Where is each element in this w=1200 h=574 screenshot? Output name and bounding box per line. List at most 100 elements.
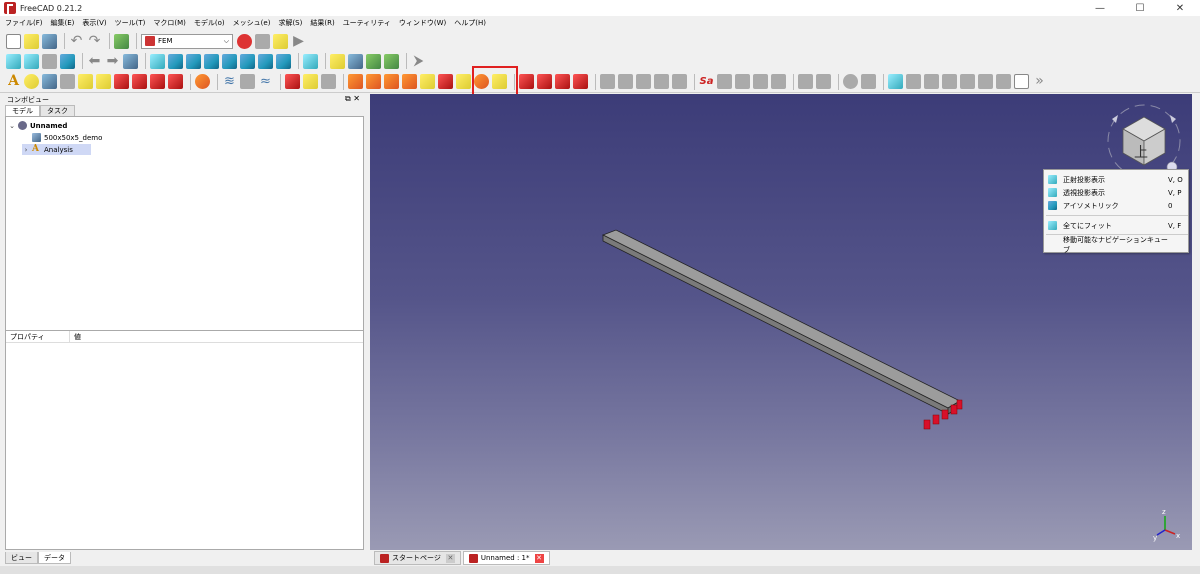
menu-edit[interactable]: 編集(E)	[51, 18, 75, 28]
mesh-group-icon[interactable]	[672, 74, 687, 89]
fit-selection-icon[interactable]	[24, 53, 39, 69]
chevron-right-icon[interactable]: ›	[22, 146, 30, 154]
stop-macro-icon[interactable]	[255, 33, 270, 49]
menu-tools[interactable]: ツール(T)	[115, 18, 146, 28]
material-reinforced-icon[interactable]	[78, 74, 93, 89]
section-print-icon[interactable]	[195, 74, 210, 89]
menu-item-isometric[interactable]: アイソメトリック 0	[1044, 199, 1190, 212]
3d-viewport[interactable]: 上 z x y	[370, 94, 1192, 550]
result-show-icon[interactable]	[861, 74, 876, 89]
top-view-icon[interactable]	[204, 53, 219, 69]
close-icon[interactable]: ✕	[445, 553, 455, 563]
menu-results[interactable]: 結果(R)	[310, 18, 334, 28]
post-data-along-line-icon[interactable]	[1014, 74, 1029, 89]
element-fluid-icon[interactable]	[168, 74, 183, 89]
bottom-view-icon[interactable]	[258, 53, 273, 69]
fit-all-icon[interactable]	[6, 53, 21, 69]
solver-control-icon[interactable]	[798, 74, 813, 89]
left-view-icon[interactable]	[276, 53, 291, 69]
constraint-bearing-icon[interactable]	[348, 74, 363, 89]
chevron-down-icon[interactable]: ⌄	[8, 122, 16, 130]
constraint-transform-icon[interactable]	[573, 74, 588, 89]
solver-ccx-icon[interactable]	[717, 74, 732, 89]
constraint-displacement-icon[interactable]	[438, 74, 453, 89]
mesh-gmsh-icon[interactable]	[600, 74, 615, 89]
zoom-icon[interactable]	[150, 53, 165, 69]
material-solid-icon[interactable]	[24, 74, 39, 89]
analysis-container-icon[interactable]: A	[6, 74, 21, 89]
solver-run-icon[interactable]	[816, 74, 831, 89]
minimize-button[interactable]: —	[1080, 0, 1120, 16]
panel-float-close-icons[interactable]: ⧉ ✕	[345, 94, 360, 104]
constraint-fixed-icon[interactable]	[366, 74, 381, 89]
constraint-pulley-icon[interactable]	[555, 74, 570, 89]
record-macro-icon[interactable]	[237, 33, 252, 49]
part-icon[interactable]	[330, 53, 345, 69]
menu-help[interactable]: ヘルプ(H)	[454, 18, 486, 28]
maximize-button[interactable]: ☐	[1120, 0, 1160, 16]
solver-icon[interactable]: Sa	[699, 74, 714, 89]
constraint-flow-velocity-icon[interactable]	[321, 74, 336, 89]
property-column-header[interactable]: プロパティ	[6, 330, 70, 343]
material-fluid-icon[interactable]	[42, 74, 57, 89]
post-warp-icon[interactable]	[906, 74, 921, 89]
element-geometry-2d-icon[interactable]	[132, 74, 147, 89]
refresh-icon[interactable]	[114, 33, 129, 49]
save-icon[interactable]	[42, 33, 57, 49]
menu-item-fit-all[interactable]: 全てにフィット V, F	[1044, 219, 1190, 232]
rear-view-icon[interactable]	[240, 53, 255, 69]
measure-icon[interactable]	[303, 53, 318, 69]
redo-icon[interactable]: ↷	[87, 33, 102, 49]
menu-window[interactable]: ウィンドウ(W)	[399, 18, 446, 28]
mesh-region-icon[interactable]	[654, 74, 669, 89]
tab-view[interactable]: ビュー	[5, 552, 38, 564]
tab-model[interactable]: モデル	[5, 105, 40, 116]
constraint-force-icon[interactable]	[456, 74, 471, 89]
tab-data[interactable]: データ	[38, 552, 71, 564]
front-view-icon[interactable]	[186, 53, 201, 69]
whats-this-icon[interactable]: ⮞	[411, 53, 426, 69]
toolbar-overflow-icon[interactable]: »	[1032, 74, 1047, 89]
current-density-icon[interactable]	[240, 74, 255, 89]
forward-arrow-icon[interactable]: ➡	[105, 53, 120, 69]
constraint-pressure-icon[interactable]	[519, 74, 534, 89]
menu-model[interactable]: モデル(o)	[194, 18, 225, 28]
constraint-gear-icon[interactable]	[537, 74, 552, 89]
mesh-boundary-layer-icon[interactable]	[636, 74, 651, 89]
menu-item-orthographic[interactable]: 正射投影表示 V, O	[1044, 173, 1190, 186]
constraint-tie-icon[interactable]	[402, 74, 417, 89]
menu-solve[interactable]: 求解(S)	[278, 18, 302, 28]
post-region-clip-icon[interactable]	[960, 74, 975, 89]
open-folder-icon[interactable]	[24, 33, 39, 49]
post-linearized-icon[interactable]	[996, 74, 1011, 89]
isometric-view-icon[interactable]	[168, 53, 183, 69]
tree-item-analysis[interactable]: › A Analysis	[22, 144, 91, 155]
new-document-icon[interactable]	[6, 33, 21, 49]
element-rotation-icon[interactable]	[150, 74, 165, 89]
mesh-netgen-icon[interactable]	[618, 74, 633, 89]
menu-item-perspective[interactable]: 透視投影表示 V, P	[1044, 186, 1190, 199]
workbench-selector[interactable]: FEM ⌵	[141, 33, 233, 49]
solver-elmer-icon[interactable]	[735, 74, 750, 89]
constraint-initial-flow-icon[interactable]	[285, 74, 300, 89]
purge-results-icon[interactable]	[843, 74, 858, 89]
back-arrow-icon[interactable]: ⬅	[87, 53, 102, 69]
value-column-header[interactable]: 値	[70, 332, 81, 342]
tab-tasks[interactable]: タスク	[40, 105, 75, 116]
tree-item-document[interactable]: ⌄ Unnamed	[8, 120, 67, 131]
post-pipeline-icon[interactable]	[888, 74, 903, 89]
tab-start-page[interactable]: スタートページ ✕	[374, 551, 461, 565]
material-editor-icon[interactable]	[60, 74, 75, 89]
element-geometry-1d-icon[interactable]	[114, 74, 129, 89]
menu-mesh[interactable]: メッシュ(e)	[233, 18, 271, 28]
edit-macro-icon[interactable]	[273, 33, 288, 49]
close-icon[interactable]: ✕	[534, 553, 544, 563]
link-icon[interactable]	[366, 53, 381, 69]
material-nonlinear-icon[interactable]	[96, 74, 111, 89]
run-macro-icon[interactable]: ▶	[291, 33, 306, 49]
electrostatic-potential-icon[interactable]: ≋	[222, 74, 237, 89]
right-view-icon[interactable]	[222, 53, 237, 69]
equation-heat-icon[interactable]	[771, 74, 786, 89]
undo-icon[interactable]: ↶	[69, 33, 84, 49]
link-actions-icon[interactable]	[384, 53, 399, 69]
